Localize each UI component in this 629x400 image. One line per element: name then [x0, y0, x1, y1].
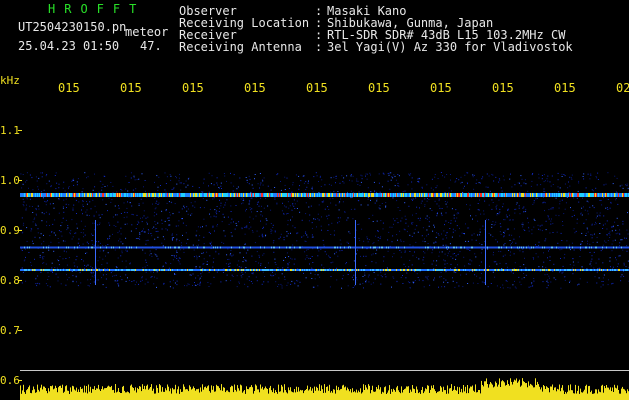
signal-band — [20, 193, 629, 197]
x-tick-label: 0200 — [616, 81, 629, 95]
y-tick-label: 0.6 — [0, 374, 20, 387]
x-tick-label: 015 — [368, 81, 390, 95]
x-tick-label: 015 — [244, 81, 266, 95]
x-tick-label: 015 — [58, 81, 80, 95]
meteor-streak — [95, 220, 96, 285]
signal-band — [20, 246, 629, 249]
baseline — [20, 370, 629, 371]
y-tick-label: 0.9 — [0, 224, 20, 237]
meteor-streak — [355, 220, 356, 285]
meteor-streak — [485, 220, 486, 285]
y-tick-label: 0.7 — [0, 324, 20, 337]
signal-band — [20, 269, 629, 271]
x-tick-label: 015 — [554, 81, 576, 95]
y-tick-label: 1.1 — [0, 124, 20, 137]
x-tick-label: 015 — [430, 81, 452, 95]
x-tick-label: 015 — [306, 81, 328, 95]
x-tick-label: 015 — [492, 81, 514, 95]
x-tick-label: 015 — [120, 81, 142, 95]
spectrogram — [18, 130, 629, 400]
y-tick-label: 1.0 — [0, 174, 20, 187]
amplitude-trace — [20, 378, 629, 400]
x-tick-label: 015 — [182, 81, 204, 95]
y-tick-label: 0.8 — [0, 274, 20, 287]
noise-layer — [20, 172, 629, 289]
